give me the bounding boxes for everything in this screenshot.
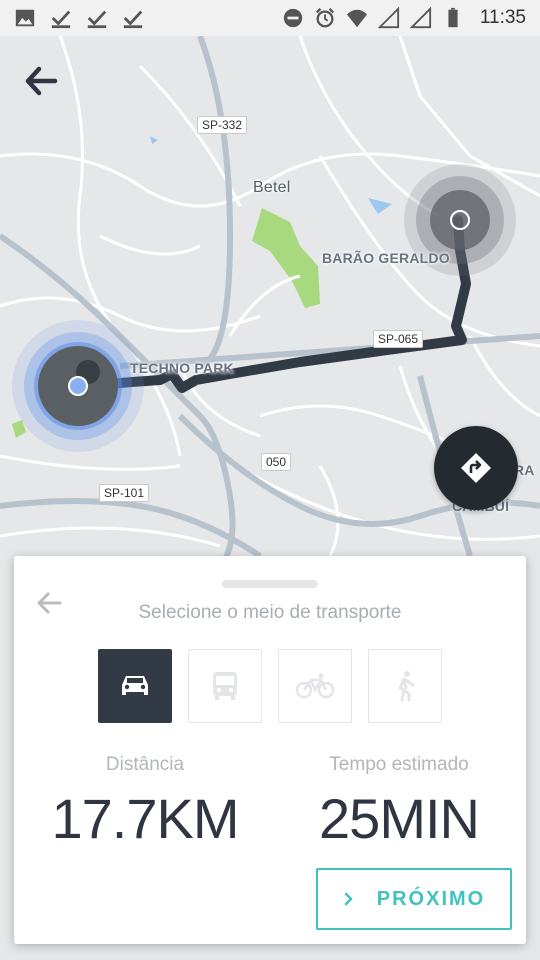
place-label-barao-geraldo: BARÃO GERALDO [322,250,450,266]
panel-title: Selecione o meio de transporte [138,602,402,623]
mode-car-button[interactable] [98,649,172,723]
image-icon [15,9,35,27]
next-button[interactable]: PRÓXIMO [316,868,512,930]
road-label-sp101: SP-101 [99,484,150,502]
mode-bus-button[interactable] [188,649,262,723]
check-icon [123,10,143,29]
mode-walk-button[interactable] [368,649,442,723]
water-area [150,136,158,144]
road-label-sp332: SP-332 [197,116,248,134]
walk-icon [398,671,415,702]
status-right-icons: 11:35 [282,7,526,29]
distance-stat: Distância 17.7KM [35,754,255,851]
check-icon [51,10,71,29]
directions-icon [461,453,491,483]
time-stat: Tempo estimado 25MIN [289,754,509,851]
alarm-icon [315,8,334,28]
water-area [368,198,392,214]
directions-button[interactable] [434,426,518,510]
place-label-betel: Betel [253,179,291,196]
back-button[interactable] [20,60,62,102]
car-icon [122,676,148,695]
status-bar: 11:35 [0,0,540,36]
status-left-icons [14,7,144,29]
bike-icon [295,673,335,699]
signal-icon [409,7,431,29]
chevron-right-icon [344,892,353,906]
transport-panel: Selecione o meio de transporte Distância… [14,556,526,944]
distance-label: Distância [105,754,185,775]
road-label-050: 050 [261,453,292,471]
mode-bike-button[interactable] [278,649,352,723]
next-label: PRÓXIMO [376,887,486,910]
time-label: Tempo estimado [329,754,469,775]
park-area [252,208,320,308]
place-label-techno-park: TECHNO PARK [130,360,234,376]
battery-icon [448,7,458,28]
wifi-icon [346,9,367,28]
origin-marker[interactable] [12,320,144,452]
road-label-sp065: SP-065 [373,330,424,348]
arrow-left-icon [25,66,58,96]
signal-icon [377,7,399,29]
bus-icon [213,672,237,700]
check-icon [87,10,107,29]
distance-value: 17.7KM [51,787,240,850]
dnd-icon [283,8,303,28]
time-value: 25MIN [319,787,480,850]
status-time: 11:35 [479,7,526,28]
transport-modes [98,649,442,723]
drag-handle[interactable] [222,580,318,588]
